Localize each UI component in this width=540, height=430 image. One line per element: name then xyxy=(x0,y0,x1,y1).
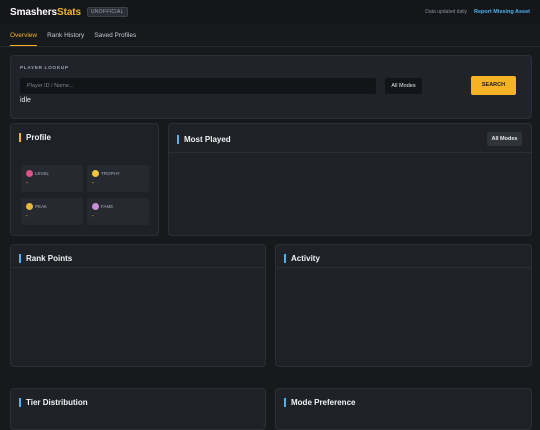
player-lookup-card: PLAYER LOOKUP Player ID / Name... All Mo… xyxy=(10,55,532,119)
mode-preference-title: Mode Preference xyxy=(284,398,355,407)
most-played-card: Most Played All Modes xyxy=(168,123,532,236)
lookup-status: idle xyxy=(20,97,31,104)
search-button[interactable]: SEARCH xyxy=(471,76,516,95)
stat-fame: FAME - xyxy=(87,198,149,225)
most-played-title: Most Played xyxy=(177,135,231,144)
activity-card: Activity xyxy=(275,244,532,367)
most-played-divider xyxy=(169,152,531,153)
tier-distribution-title: Tier Distribution xyxy=(19,398,88,407)
stat-trophy-value: - xyxy=(92,180,94,186)
tab-rank-history[interactable]: Rank History xyxy=(47,32,84,46)
stat-level-value: - xyxy=(26,180,28,186)
rank-points-card: Rank Points xyxy=(10,244,266,367)
tab-overview[interactable]: Overview xyxy=(10,32,38,46)
stat-fame-label: FAME xyxy=(101,204,114,209)
brand-logo[interactable]: SmashersStats xyxy=(10,7,81,18)
player-lookup-label: PLAYER LOOKUP xyxy=(20,66,69,71)
stat-fame-value: - xyxy=(92,213,94,219)
unofficial-badge: UNOFFICIAL xyxy=(86,7,128,17)
stat-peak-label: PEAK xyxy=(35,204,48,209)
brand-name-part1: Smashers xyxy=(10,6,58,18)
profile-card: Profile LEVEL - TROPHY - PEAK - FAME - xyxy=(10,123,159,236)
rank-points-title: Rank Points xyxy=(19,254,72,263)
peak-icon xyxy=(26,203,33,210)
top-bar: SmashersStats UNOFFICIAL Data updated da… xyxy=(0,0,540,24)
trophy-icon xyxy=(92,170,99,177)
stat-level-label: LEVEL xyxy=(35,171,50,176)
nav-tabs: Overview Rank History Saved Profiles xyxy=(0,24,540,47)
activity-divider xyxy=(276,267,531,268)
stat-level: LEVEL - xyxy=(21,165,83,192)
stat-trophy: TROPHY - xyxy=(87,165,149,192)
brand-name-part2: Stats xyxy=(57,6,81,18)
profile-title: Profile xyxy=(19,133,51,142)
most-played-mode-button[interactable]: All Modes xyxy=(487,132,522,146)
stat-trophy-label: TROPHY xyxy=(101,171,120,176)
stat-peak-value: - xyxy=(26,213,28,219)
fame-icon xyxy=(92,203,99,210)
rank-points-divider xyxy=(11,267,265,268)
mode-select[interactable]: All Modes xyxy=(385,78,422,94)
activity-title: Activity xyxy=(284,254,320,263)
report-missing-asset-link[interactable]: Report Missing Asset xyxy=(474,9,530,15)
tier-distribution-card: Tier Distribution xyxy=(10,388,266,430)
mode-preference-card: Mode Preference xyxy=(275,388,532,430)
tab-saved-profiles[interactable]: Saved Profiles xyxy=(94,32,136,46)
data-updated-note: Data updated daily xyxy=(425,9,467,15)
stat-peak: PEAK - xyxy=(21,198,83,225)
player-search-input[interactable]: Player ID / Name... xyxy=(20,78,376,94)
level-icon xyxy=(26,170,33,177)
